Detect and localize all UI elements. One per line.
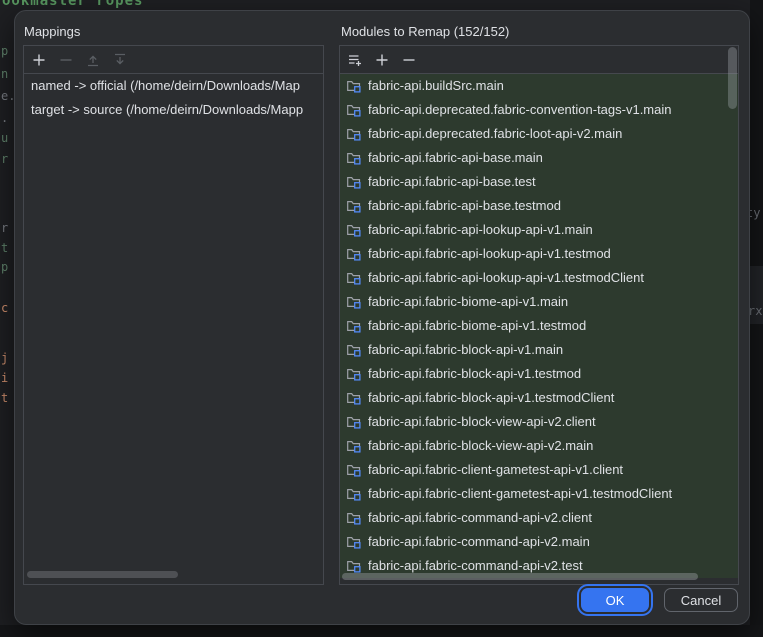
add-all-modules-button[interactable] <box>347 52 363 68</box>
background-code-fragment: n <box>1 67 8 81</box>
background-code-fragment: i <box>1 371 8 385</box>
modules-list: fabric-api.buildSrc.main fabric-api.depr… <box>340 74 738 583</box>
editor-background-bottom <box>0 625 763 637</box>
module-list-item[interactable]: fabric-api.fabric-block-api-v1.main <box>340 338 738 362</box>
module-icon <box>346 246 362 262</box>
add-module-button[interactable] <box>374 52 390 68</box>
background-code-fragment: j <box>1 351 8 365</box>
background-code-fragment: u <box>1 131 8 145</box>
module-list-item[interactable]: fabric-api.fabric-biome-api-v1.main <box>340 290 738 314</box>
module-list-item[interactable]: fabric-api.fabric-block-api-v1.testmod <box>340 362 738 386</box>
mappings-toolbar <box>24 46 323 74</box>
background-code-fragment: r <box>1 221 8 235</box>
module-list-item[interactable]: fabric-api.fabric-api-lookup-api-v1.test… <box>340 266 738 290</box>
module-icon <box>346 126 362 142</box>
move-up-button[interactable] <box>85 52 101 68</box>
mappings-list: named -> official (/home/deirn/Downloads… <box>24 74 323 583</box>
module-icon <box>346 102 362 118</box>
mapping-list-item[interactable]: named -> official (/home/deirn/Downloads… <box>24 74 323 98</box>
module-list-item[interactable]: fabric-api.deprecated.fabric-convention-… <box>340 98 738 122</box>
module-icon <box>346 486 362 502</box>
ok-button[interactable]: OK <box>581 588 649 612</box>
module-icon <box>346 222 362 238</box>
module-icon <box>346 462 362 478</box>
module-icon <box>346 558 362 574</box>
modules-horizontal-scrollbar[interactable] <box>342 573 698 580</box>
module-icon <box>346 534 362 550</box>
move-up-icon <box>85 52 101 68</box>
module-icon <box>346 390 362 406</box>
module-icon <box>346 78 362 94</box>
modules-toolbar <box>340 46 738 74</box>
module-icon <box>346 438 362 454</box>
background-code-fragment: t <box>1 391 8 405</box>
module-icon <box>346 174 362 190</box>
module-icon <box>346 198 362 214</box>
remap-modules-dialog: Mappings Modules to Remap (152/152) na <box>14 10 750 625</box>
module-icon <box>346 414 362 430</box>
remove-mapping-button[interactable] <box>58 52 74 68</box>
module-list-item[interactable]: fabric-api.fabric-command-api-v2.main <box>340 530 738 554</box>
modules-panel: fabric-api.buildSrc.main fabric-api.depr… <box>339 45 739 585</box>
add-all-icon <box>347 52 363 68</box>
module-list-item[interactable]: fabric-api.fabric-block-view-api-v2.clie… <box>340 410 738 434</box>
mappings-panel-title: Mappings <box>24 24 80 39</box>
modules-vertical-scrollbar[interactable] <box>728 47 737 109</box>
module-icon <box>346 270 362 286</box>
module-list-item[interactable]: fabric-api.fabric-block-api-v1.testmodCl… <box>340 386 738 410</box>
module-list-item[interactable]: fabric-api.fabric-api-lookup-api-v1.test… <box>340 242 738 266</box>
background-code-fragment: r <box>1 152 8 166</box>
module-icon <box>346 342 362 358</box>
move-down-button[interactable] <box>112 52 128 68</box>
module-list-item[interactable]: fabric-api.buildSrc.main <box>340 74 738 98</box>
remove-icon <box>58 52 74 68</box>
module-icon <box>346 510 362 526</box>
module-list-item[interactable]: fabric-api.fabric-api-base.main <box>340 146 738 170</box>
cancel-button[interactable]: Cancel <box>664 588 738 612</box>
module-list-item[interactable]: fabric-api.fabric-api-base.testmod <box>340 194 738 218</box>
remove-icon <box>401 52 417 68</box>
modules-panel-title: Modules to Remap (152/152) <box>341 24 509 39</box>
add-mapping-button[interactable] <box>31 52 47 68</box>
module-icon <box>346 366 362 382</box>
module-list-item[interactable]: fabric-api.fabric-command-api-v2.client <box>340 506 738 530</box>
module-list-item[interactable]: fabric-api.fabric-block-view-api-v2.main <box>340 434 738 458</box>
mappings-horizontal-scrollbar[interactable] <box>27 571 178 578</box>
background-code-fragment: p <box>1 260 8 274</box>
dialog-footer: OK Cancel <box>581 588 738 612</box>
module-list-item[interactable]: fabric-api.deprecated.fabric-loot-api-v2… <box>340 122 738 146</box>
module-list-item[interactable]: fabric-api.fabric-api-base.test <box>340 170 738 194</box>
remove-module-button[interactable] <box>401 52 417 68</box>
module-list-item[interactable]: fabric-api.fabric-api-lookup-api-v1.main <box>340 218 738 242</box>
background-code-line: ookmaster ropes <box>2 0 143 9</box>
module-icon <box>346 294 362 310</box>
module-list-item[interactable]: fabric-api.fabric-client-gametest-api-v1… <box>340 458 738 482</box>
module-icon <box>346 150 362 166</box>
mappings-panel: named -> official (/home/deirn/Downloads… <box>23 45 324 585</box>
background-code-fragment: rx <box>748 304 762 318</box>
move-down-icon <box>112 52 128 68</box>
add-icon <box>374 52 390 68</box>
add-icon <box>31 52 47 68</box>
mapping-list-item[interactable]: target -> source (/home/deirn/Downloads/… <box>24 98 323 122</box>
background-code-fragment: c <box>1 301 8 315</box>
module-list-item[interactable]: fabric-api.fabric-client-gametest-api-v1… <box>340 482 738 506</box>
module-icon <box>346 318 362 334</box>
background-code-fragment: . <box>1 111 8 125</box>
background-code-fragment: p <box>1 44 8 58</box>
background-code-fragment: t <box>1 241 8 255</box>
module-list-item[interactable]: fabric-api.fabric-biome-api-v1.testmod <box>340 314 738 338</box>
